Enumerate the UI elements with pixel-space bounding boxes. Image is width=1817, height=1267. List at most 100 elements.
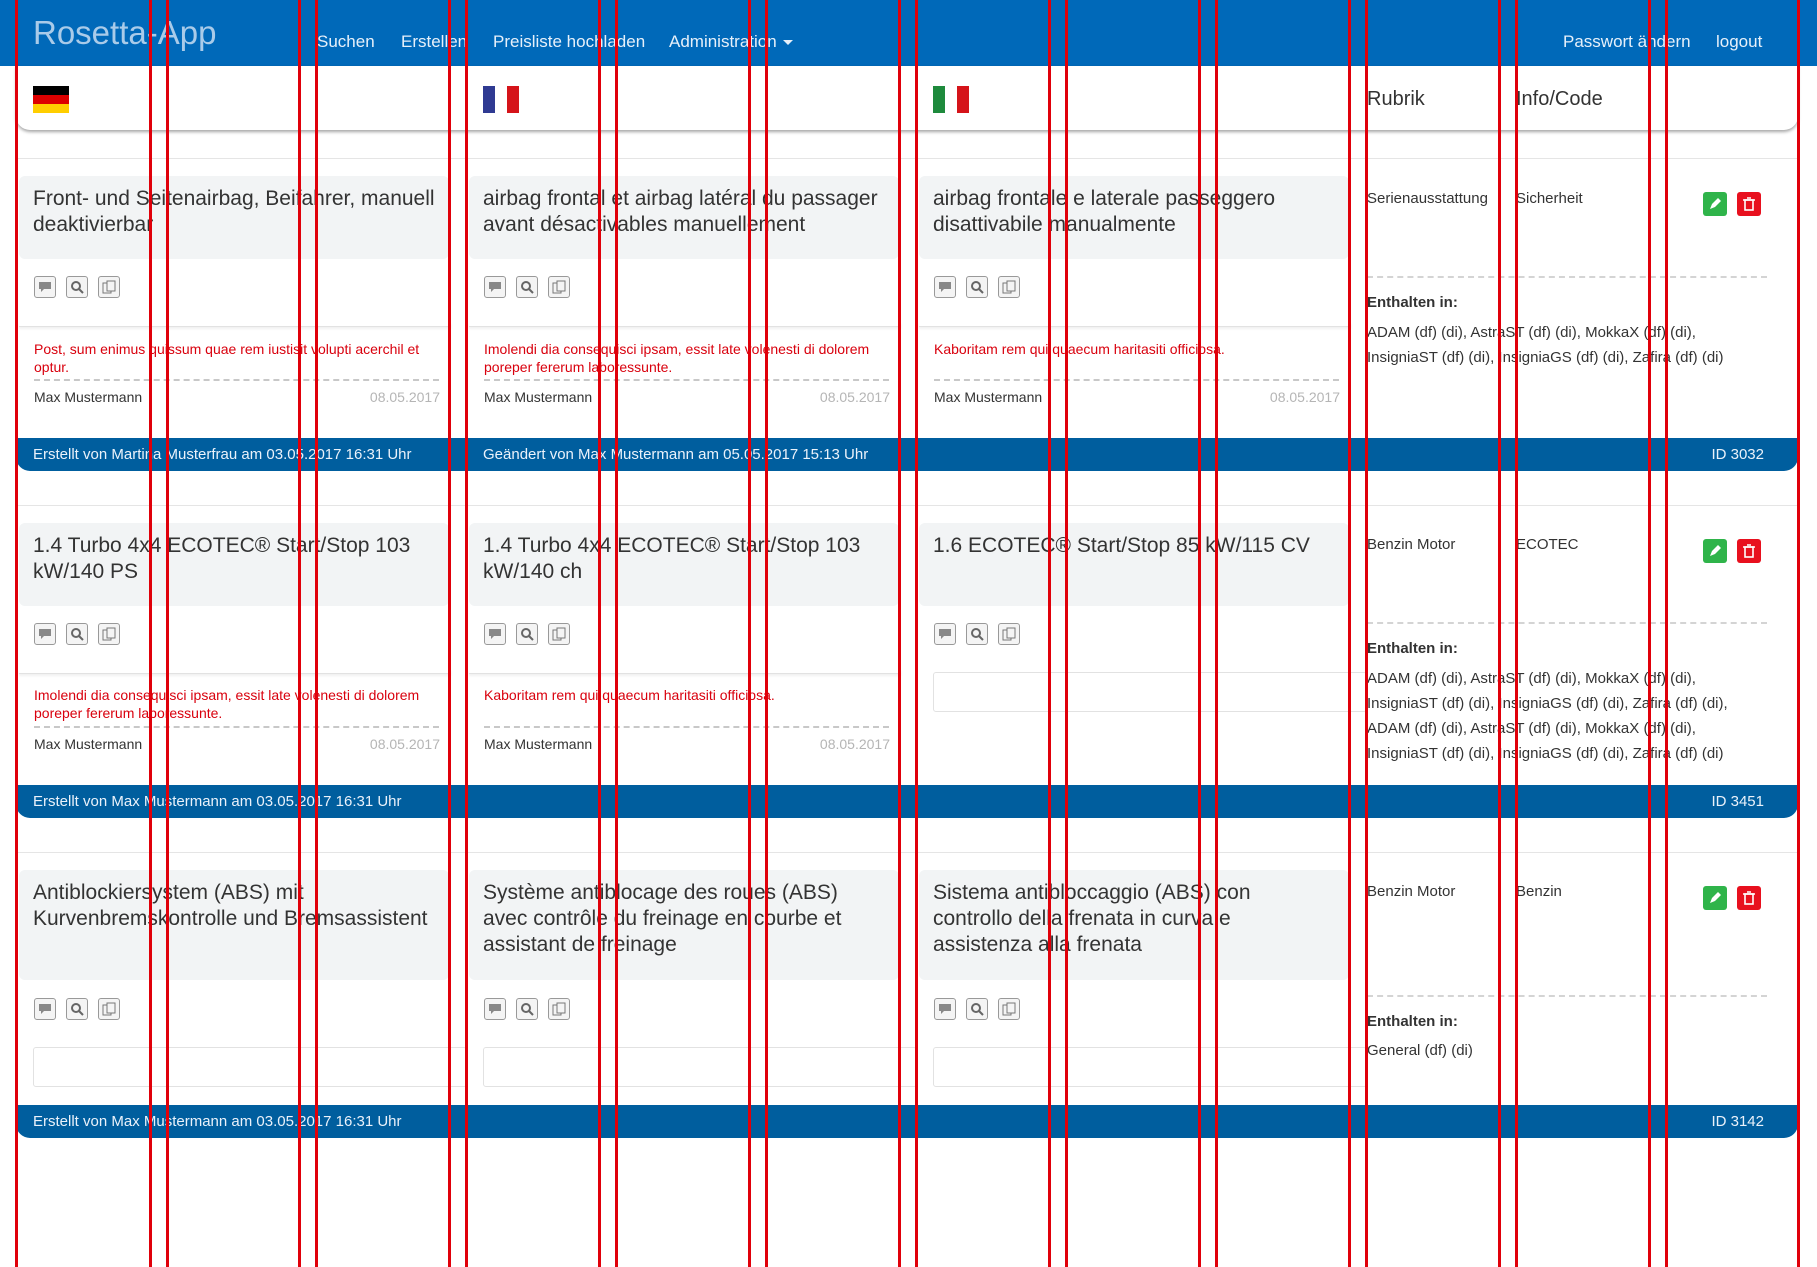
search-icon[interactable] bbox=[66, 623, 88, 645]
text-german[interactable]: Antiblockiersystem (ABS) mit Kurvenbrems… bbox=[19, 870, 449, 980]
action-icons bbox=[934, 623, 1020, 645]
action-icons bbox=[484, 276, 570, 298]
nav-administration-dropdown[interactable]: Administration bbox=[669, 32, 793, 52]
copy-icon[interactable] bbox=[98, 998, 120, 1020]
entry-footer: Erstellt von Max Mustermann am 03.05.201… bbox=[16, 1105, 1798, 1138]
comment-text: Kaboritam rem qui quaecum haritasiti off… bbox=[934, 341, 1225, 357]
delete-button[interactable] bbox=[1737, 539, 1761, 563]
search-icon[interactable] bbox=[66, 276, 88, 298]
rubrik-value: Benzin Motor bbox=[1367, 536, 1456, 553]
action-icons bbox=[34, 276, 120, 298]
search-icon[interactable] bbox=[966, 623, 988, 645]
comment-icon[interactable] bbox=[934, 998, 956, 1020]
copy-icon[interactable] bbox=[548, 998, 570, 1020]
search-icon[interactable] bbox=[66, 998, 88, 1020]
comment-box bbox=[469, 322, 901, 327]
text-german[interactable]: Front- und Seitenairbag, Beifahrer, manu… bbox=[19, 176, 449, 259]
copy-icon[interactable] bbox=[998, 998, 1020, 1020]
text-french[interactable]: Système antiblocage des roues (ABS) avec… bbox=[469, 870, 899, 980]
footer-id: ID 3451 bbox=[1711, 793, 1764, 810]
navbar: Rosetta-App Suchen Erstellen Preisliste … bbox=[0, 0, 1817, 66]
new-comment-input[interactable] bbox=[933, 1047, 1367, 1087]
comment-author: Max Mustermann bbox=[934, 389, 1043, 405]
new-comment-input[interactable] bbox=[933, 672, 1367, 712]
text-french[interactable]: airbag frontal et airbag latéral du pass… bbox=[469, 176, 899, 259]
comment-icon[interactable] bbox=[934, 276, 956, 298]
comment-author: Max Mustermann bbox=[484, 389, 593, 405]
trash-icon bbox=[1743, 544, 1755, 558]
text-german[interactable]: 1.4 Turbo 4x4 ECOTEC® Start/Stop 103 kW/… bbox=[19, 523, 449, 606]
pencil-icon bbox=[1710, 545, 1721, 556]
pencil-icon bbox=[1710, 892, 1721, 903]
footer-created-by: Erstellt von Max Mustermann am 03.05.201… bbox=[33, 793, 402, 810]
search-icon[interactable] bbox=[516, 998, 538, 1020]
action-icons bbox=[484, 623, 570, 645]
comment-author: Max Mustermann bbox=[34, 736, 143, 752]
edit-button[interactable] bbox=[1703, 192, 1727, 216]
divider bbox=[16, 505, 1798, 506]
search-icon[interactable] bbox=[966, 276, 988, 298]
meta-divider bbox=[1367, 276, 1767, 278]
delete-button[interactable] bbox=[1737, 886, 1761, 910]
new-comment-input[interactable] bbox=[483, 1047, 917, 1087]
action-icons bbox=[34, 998, 120, 1020]
guide-line bbox=[915, 66, 918, 1267]
search-icon[interactable] bbox=[516, 623, 538, 645]
comment-icon[interactable] bbox=[484, 998, 506, 1020]
text-italian[interactable]: Sistema antibloccaggio (ABS) con control… bbox=[919, 870, 1349, 980]
comment-icon[interactable] bbox=[484, 276, 506, 298]
german-flag-icon bbox=[33, 86, 69, 113]
caret-down-icon bbox=[782, 40, 793, 46]
copy-icon[interactable] bbox=[998, 276, 1020, 298]
comment-divider bbox=[484, 726, 889, 728]
footer-created-by: Erstellt von Max Mustermann am 03.05.201… bbox=[33, 1113, 402, 1130]
search-icon[interactable] bbox=[516, 276, 538, 298]
comment-divider bbox=[34, 379, 439, 381]
edit-button[interactable] bbox=[1703, 886, 1727, 910]
rubrik-value: Serienausstattung bbox=[1367, 190, 1488, 207]
copy-icon[interactable] bbox=[98, 623, 120, 645]
comment-date: 08.05.2017 bbox=[1269, 389, 1340, 405]
comment-box bbox=[19, 669, 451, 674]
column-header-rubrik: Rubrik bbox=[1367, 88, 1425, 110]
comment-divider bbox=[934, 379, 1339, 381]
column-header-info-code: Info/Code bbox=[1516, 88, 1603, 110]
info-code-value: Sicherheit bbox=[1516, 190, 1583, 207]
nav-suchen[interactable]: Suchen bbox=[317, 32, 375, 52]
comment-icon[interactable] bbox=[484, 623, 506, 645]
text-french[interactable]: 1.4 Turbo 4x4 ECOTEC® Start/Stop 103 kW/… bbox=[469, 523, 899, 606]
comment-icon[interactable] bbox=[34, 623, 56, 645]
edit-button[interactable] bbox=[1703, 539, 1727, 563]
text-italian[interactable]: 1.6 ECOTEC® Start/Stop 85 kW/115 CV bbox=[919, 523, 1349, 606]
nav-preisliste-hochladen[interactable]: Preisliste hochladen bbox=[493, 32, 645, 52]
comment-text: Kaboritam rem qui quaecum haritasiti off… bbox=[484, 687, 775, 703]
meta-divider bbox=[1367, 622, 1767, 624]
comment-text: Imolendi dia consequisci ipsam, essit la… bbox=[34, 687, 420, 721]
action-icons bbox=[934, 998, 1020, 1020]
enthalten-list: ADAM (df) (di), AstraST (df) (di), Mokka… bbox=[1367, 670, 1728, 762]
copy-icon[interactable] bbox=[998, 623, 1020, 645]
guide-line bbox=[1797, 66, 1800, 1267]
copy-icon[interactable] bbox=[98, 276, 120, 298]
comment-icon[interactable] bbox=[34, 998, 56, 1020]
action-icons bbox=[484, 998, 570, 1020]
nav-logout[interactable]: logout bbox=[1716, 32, 1762, 52]
delete-button[interactable] bbox=[1737, 192, 1761, 216]
text-italian[interactable]: airbag frontale e laterale passeggero di… bbox=[919, 176, 1349, 259]
nav-erstellen[interactable]: Erstellen bbox=[401, 32, 467, 52]
new-comment-input[interactable] bbox=[33, 1047, 467, 1087]
comment-date: 08.05.2017 bbox=[819, 389, 890, 405]
nav-passwort-aendern[interactable]: Passwort ändern bbox=[1563, 32, 1691, 52]
comment-box bbox=[919, 322, 1351, 327]
app-brand[interactable]: Rosetta-App bbox=[33, 14, 216, 52]
copy-icon[interactable] bbox=[548, 276, 570, 298]
info-code-value: Benzin bbox=[1516, 883, 1562, 900]
comment-icon[interactable] bbox=[34, 276, 56, 298]
copy-icon[interactable] bbox=[548, 623, 570, 645]
entry-footer: Erstellt von Max Mustermann am 03.05.201… bbox=[16, 785, 1798, 818]
comment-text: Post, sum enimus quissum quae rem iustis… bbox=[34, 341, 420, 375]
comment-text: Imolendi dia consequisci ipsam, essit la… bbox=[484, 341, 870, 375]
search-icon[interactable] bbox=[966, 998, 988, 1020]
footer-created-by: Erstellt von Martina Musterfrau am 03.05… bbox=[33, 446, 412, 463]
comment-icon[interactable] bbox=[934, 623, 956, 645]
